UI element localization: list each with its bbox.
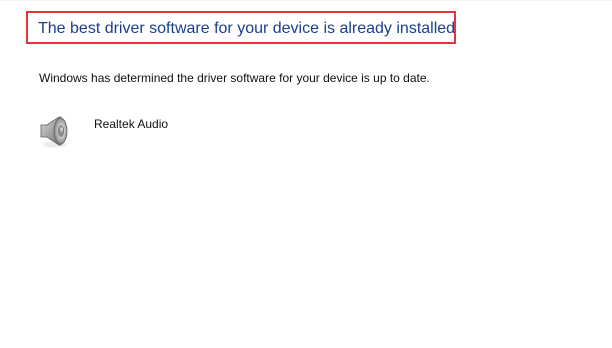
page-title: The best driver software for your device… — [38, 20, 456, 37]
driver-update-result-page: The best driver software for your device… — [0, 0, 612, 348]
status-message: Windows has determined the driver softwa… — [39, 71, 430, 85]
speaker-icon — [37, 113, 73, 149]
top-divider — [0, 0, 612, 1]
device-name-label: Realtek Audio — [94, 117, 169, 131]
